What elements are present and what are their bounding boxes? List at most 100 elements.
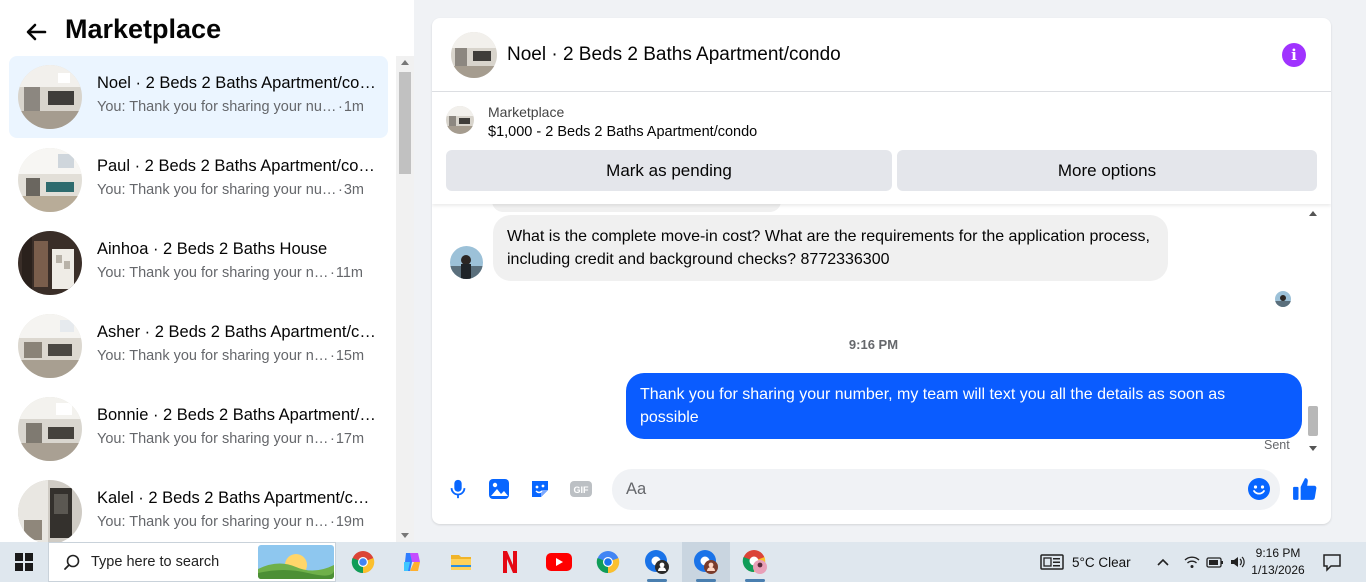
windows-taskbar: Type here to search 5°C Clear 9:16 PM 1/…: [0, 542, 1366, 582]
thumbs-up-icon[interactable]: [1292, 476, 1318, 502]
scroll-up-arrow-icon[interactable]: [401, 60, 409, 65]
conversation-snippet: You: Thank you for sharing your number, …: [97, 265, 363, 281]
photo-icon[interactable]: [486, 476, 512, 502]
conversation-item-asher[interactable]: Asher · 2 Beds 2 Baths Apartment/condo Y…: [9, 305, 388, 387]
listing-thumbnail: [18, 231, 82, 295]
sender-avatar: [450, 246, 483, 279]
conversation-avatar[interactable]: [451, 32, 497, 78]
sent-message: Thank you for sharing your number, my te…: [626, 373, 1302, 439]
weather-widget[interactable]: 5°C Clear: [1040, 542, 1131, 582]
conversation-time: 15m: [335, 348, 365, 364]
search-highlight-image[interactable]: [258, 545, 334, 579]
listing-thumbnail: [18, 397, 82, 461]
emoji-icon[interactable]: [1246, 476, 1272, 502]
listing-thumbnail: [18, 65, 82, 129]
microphone-icon[interactable]: [445, 476, 471, 502]
battery-icon[interactable]: [1206, 555, 1224, 569]
message-timestamp: 9:16 PM: [848, 337, 899, 352]
search-placeholder: Type here to search: [91, 554, 220, 570]
conversation-snippet: You: Thank you for sharing your number, …: [97, 514, 365, 530]
conversation-name: Ainhoa · 2 Beds 2 Baths House: [97, 240, 328, 258]
listing-thumbnail[interactable]: [446, 106, 474, 134]
taskbar-clock[interactable]: 9:16 PM 1/13/2026: [1246, 545, 1310, 579]
conversation-time: 3m: [343, 182, 364, 198]
chrome-profile-icon: [742, 550, 767, 574]
conversation-time: 19m: [335, 514, 365, 530]
page-title: Marketplace: [65, 14, 222, 44]
wifi-icon[interactable]: [1184, 555, 1200, 569]
message-scrollbar[interactable]: [1304, 204, 1321, 456]
conversation-list: Noel · 2 Beds 2 Baths Apartment/condo Yo…: [0, 56, 396, 542]
scroll-up-arrow-icon[interactable]: [1309, 211, 1317, 216]
youtube-icon: [546, 553, 572, 571]
weather-news-icon: [1040, 554, 1064, 570]
mark-as-pending-button[interactable]: Mark as pending: [446, 150, 892, 191]
taskbar-chrome-profile-1[interactable]: [633, 542, 681, 582]
message-thread: What is the complete move-in cost? What …: [432, 204, 1331, 456]
message-input[interactable]: [612, 469, 1280, 510]
chat-panel: Noel · 2 Beds 2 Baths Apartment/condo i …: [432, 18, 1331, 524]
chrome-canary-icon: [596, 551, 620, 574]
scroll-down-arrow-icon[interactable]: [1309, 446, 1317, 451]
weather-text: 5°C Clear: [1072, 554, 1131, 570]
taskbar-chrome-profile-3[interactable]: [731, 542, 779, 582]
chevron-up-icon[interactable]: [1156, 555, 1170, 569]
arrow-left-icon: [26, 23, 47, 41]
conversation-item-kalel[interactable]: Kalel · 2 Beds 2 Baths Apartment/condo Y…: [9, 471, 388, 542]
listing-thumbnail: [18, 480, 82, 542]
taskbar-file-explorer[interactable]: [437, 542, 485, 582]
conversation-item-paul[interactable]: Paul · 2 Beds 2 Baths Apartment/condo Yo…: [9, 139, 388, 221]
conversation-name: Asher · 2 Beds 2 Baths Apartment/condo: [97, 323, 377, 341]
chat-header: Noel · 2 Beds 2 Baths Apartment/condo i: [432, 18, 1331, 92]
taskbar-chrome-profile-2[interactable]: [682, 542, 730, 582]
windows-start-button[interactable]: [0, 542, 48, 582]
back-button[interactable]: [22, 18, 50, 46]
conversation-snippet: You: Thank you for sharing your number, …: [97, 99, 364, 115]
scrollbar-thumb[interactable]: [1308, 406, 1318, 436]
chrome-profile-icon: [694, 550, 718, 574]
sent-status: Sent: [1264, 438, 1290, 452]
conversation-item-bonnie[interactable]: Bonnie · 2 Beds 2 Baths Apartment/condo …: [9, 388, 388, 470]
info-icon[interactable]: i: [1282, 43, 1306, 67]
scrollbar-thumb[interactable]: [399, 72, 411, 174]
file-explorer-icon: [451, 555, 471, 570]
scroll-down-arrow-icon[interactable]: [401, 533, 409, 538]
more-options-button[interactable]: More options: [897, 150, 1317, 191]
taskbar-netflix[interactable]: [486, 542, 534, 582]
gif-icon[interactable]: GIF: [568, 476, 594, 502]
volume-icon[interactable]: [1230, 555, 1246, 569]
conversation-snippet: You: Thank you for sharing your number, …: [97, 431, 365, 447]
sticker-icon[interactable]: [527, 476, 553, 502]
taskbar-chrome-canary[interactable]: [584, 542, 632, 582]
message-composer: GIF: [432, 462, 1331, 518]
clock-time: 9:16 PM: [1255, 546, 1301, 560]
svg-text:GIF: GIF: [574, 485, 590, 495]
marketplace-sidebar: Marketplace Noel · 2 Beds 2 Baths Apartm…: [0, 0, 414, 542]
copilot-icon: [404, 553, 420, 571]
received-message: What is the complete move-in cost? What …: [493, 215, 1168, 281]
listing-banner: Marketplace $1,000 - 2 Beds 2 Baths Apar…: [432, 92, 1331, 204]
taskbar-youtube[interactable]: [535, 542, 583, 582]
chat-title[interactable]: Noel · 2 Beds 2 Baths Apartment/condo: [507, 44, 841, 66]
search-icon: [64, 554, 80, 570]
taskbar-copilot[interactable]: [388, 542, 436, 582]
conversation-snippet: You: Thank you for sharing your number, …: [97, 348, 365, 364]
sidebar-scrollbar[interactable]: [396, 56, 414, 542]
conversation-time: 1m: [343, 99, 364, 115]
chrome-icon: [351, 551, 375, 574]
taskbar-chrome[interactable]: [339, 542, 387, 582]
seen-avatar: [1275, 291, 1291, 307]
listing-title[interactable]: $1,000 - 2 Beds 2 Baths Apartment/condo: [488, 124, 757, 140]
conversation-item-noel[interactable]: Noel · 2 Beds 2 Baths Apartment/condo Yo…: [9, 56, 388, 138]
conversation-name: Paul · 2 Beds 2 Baths Apartment/condo: [97, 157, 377, 175]
listing-source: Marketplace: [488, 104, 565, 120]
conversation-snippet: You: Thank you for sharing your number, …: [97, 182, 364, 198]
windows-logo-icon: [15, 553, 33, 571]
conversation-item-ainhoa[interactable]: Ainhoa · 2 Beds 2 Baths House You: Thank…: [9, 222, 388, 304]
conversation-time: 11m: [335, 265, 363, 281]
chrome-profile-icon: [645, 550, 669, 574]
netflix-icon: [503, 551, 517, 573]
notification-center-button[interactable]: [1322, 542, 1342, 582]
conversation-name: Noel · 2 Beds 2 Baths Apartment/condo: [97, 74, 377, 92]
clock-date: 1/13/2026: [1251, 563, 1305, 577]
